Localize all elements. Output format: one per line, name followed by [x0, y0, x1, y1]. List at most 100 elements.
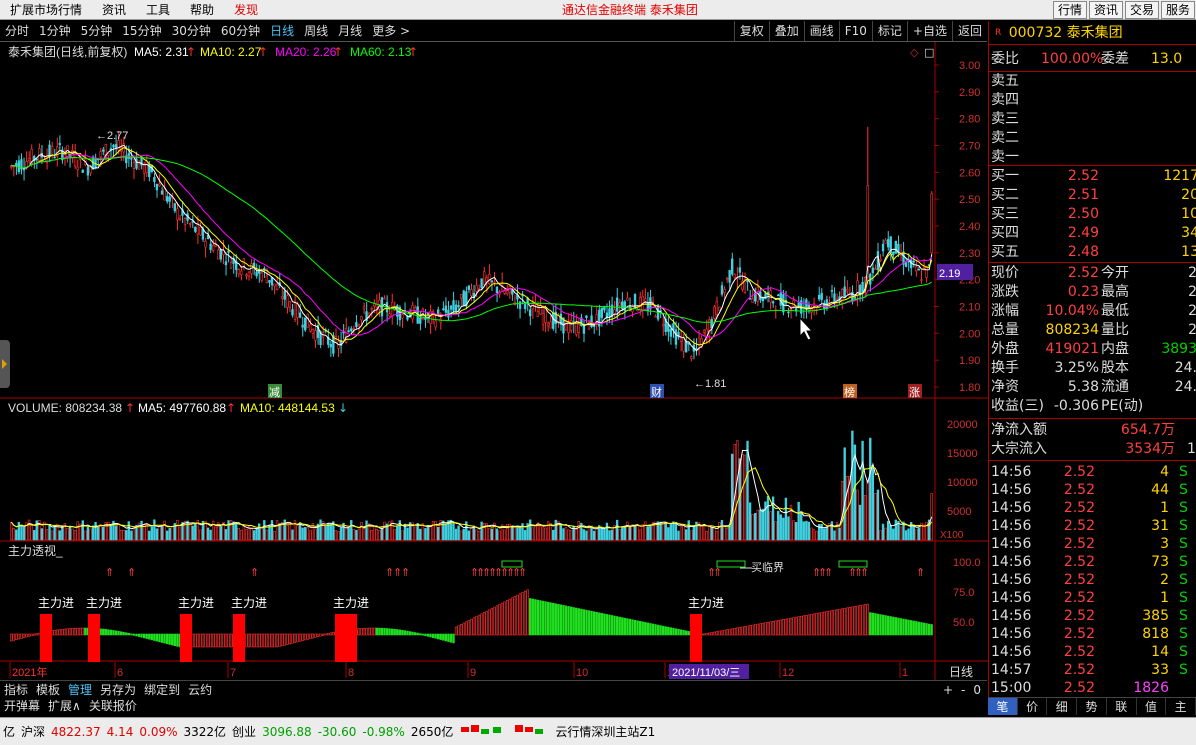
candle-body: [268, 280, 271, 283]
left-panel-toggle[interactable]: [0, 340, 10, 388]
volume-bar: [165, 530, 169, 541]
indicator-tab[interactable]: 云约: [184, 681, 216, 698]
chart-tool-button[interactable]: 画线: [803, 21, 839, 41]
indicator-axis-label: 100.0: [953, 557, 981, 569]
extra-tab[interactable]: 扩展∧: [44, 698, 85, 715]
indicator-bar: [398, 629, 401, 636]
period-tab[interactable]: 分时: [0, 21, 34, 41]
indicator-tab[interactable]: 另存为: [96, 681, 140, 698]
quote-tab[interactable]: 细: [1047, 698, 1078, 715]
volume-bar: [815, 530, 818, 541]
indicator-tab[interactable]: 绑定到: [140, 681, 184, 698]
period-tab[interactable]: 周线: [299, 21, 333, 41]
chart-tool-button[interactable]: 复权: [733, 21, 769, 41]
volume-bar: [329, 523, 332, 541]
extra-tab[interactable]: 关联报价: [85, 698, 141, 715]
period-tab[interactable]: 15分钟: [117, 21, 166, 41]
indicator-bar: [541, 600, 545, 636]
volume-bar: [383, 521, 386, 541]
indicator-bar: [756, 623, 759, 636]
candle-body: [771, 301, 775, 304]
signal-arrow-icon: ⇑: [250, 566, 259, 579]
volume-bar: [344, 526, 348, 541]
quote-tab[interactable]: 值: [1137, 698, 1167, 715]
menu-item-discover[interactable]: 发现: [224, 0, 268, 20]
period-tab[interactable]: 60分钟: [216, 21, 265, 41]
volume-bar: [255, 528, 258, 541]
period-tab[interactable]: 月线: [333, 21, 367, 41]
quote-cell: 卖三: [991, 111, 1019, 127]
indicator-tab[interactable]: 管理: [64, 681, 96, 698]
volume-bar: [117, 524, 120, 541]
stock-name: 泰禾集团: [1066, 25, 1123, 41]
indicator-bar: [930, 624, 933, 636]
period-tab[interactable]: 1分钟: [34, 21, 76, 41]
quote-tab[interactable]: 主: [1166, 698, 1196, 715]
indicator-bar: [672, 627, 675, 636]
indicator-bar: [511, 597, 514, 636]
indicator-bar: [117, 630, 120, 636]
candle-body: [452, 300, 455, 311]
quote-cell: 股本: [1101, 360, 1129, 376]
quote-tab[interactable]: 势: [1077, 698, 1107, 715]
extra-tab[interactable]: 开弹幕: [0, 698, 44, 715]
candle-body: [475, 285, 478, 292]
menu-item-news[interactable]: 资讯: [92, 0, 136, 20]
chart-tool-button[interactable]: F10: [838, 21, 872, 41]
quote-cell: S: [1179, 662, 1188, 678]
period-tab[interactable]: 更多 >: [367, 21, 415, 41]
candle-body: [638, 297, 642, 311]
period-tab[interactable]: 日线: [265, 21, 299, 41]
volume-bar: [690, 530, 693, 541]
trade-button[interactable]: 交易: [1124, 1, 1159, 19]
menu-item-tools[interactable]: 工具: [136, 0, 180, 20]
indicator-bar: [224, 633, 228, 648]
indicator-bar: [22, 633, 26, 639]
zoom-out-button[interactable]: -: [961, 681, 965, 699]
x-axis-label: 12: [782, 667, 794, 679]
indicator-bar: [907, 619, 910, 636]
chart-tool-button[interactable]: 标记: [871, 21, 907, 41]
indicator-tab[interactable]: 指标: [0, 681, 32, 698]
current-price-marker: 2.19: [939, 268, 960, 280]
chart-tool-button[interactable]: 叠加: [768, 21, 804, 41]
candle-body: [833, 293, 836, 303]
info-button[interactable]: 资讯: [1088, 1, 1123, 19]
menu-item-help[interactable]: 帮助: [180, 0, 224, 20]
quote-cell: 卖五: [991, 73, 1019, 89]
indicator-bar: [199, 633, 202, 648]
volume-bar: [194, 524, 197, 541]
signal-arrow-icon: ⇑: [713, 566, 722, 579]
volume-bar: [150, 526, 153, 541]
period-tab[interactable]: 5分钟: [76, 21, 118, 41]
service-button[interactable]: 服务: [1160, 1, 1195, 19]
chart-tool-button[interactable]: +自选: [906, 21, 952, 41]
indicator-bar: [421, 633, 424, 636]
quote-cell: 2: [1149, 321, 1196, 339]
stat-row: 总量 808234量比 2: [989, 321, 1196, 339]
buy-row: 买三 2.50 10: [989, 205, 1196, 223]
volume-bar: [830, 521, 834, 541]
volume-bar: [674, 522, 678, 541]
indicator-bar: [817, 612, 821, 636]
indicator-bar: [370, 627, 373, 636]
candle-body: [201, 228, 205, 240]
zoom-in-button[interactable]: +: [943, 681, 953, 699]
chart-tool-button[interactable]: 返回: [951, 21, 987, 41]
period-tab[interactable]: 30分钟: [167, 21, 216, 41]
quote-tab[interactable]: 联: [1107, 698, 1137, 715]
kline-chart-area[interactable]: 3.002.902.802.702.602.502.402.302.202.10…: [0, 42, 988, 680]
indicator-tab[interactable]: 模板: [32, 681, 64, 698]
indicator-bar: [920, 622, 923, 636]
quote-button[interactable]: 行情: [1052, 1, 1087, 19]
zoom-reset-button[interactable]: 0: [973, 681, 981, 699]
volume-bar: [10, 521, 13, 541]
indicator-bar: [452, 633, 455, 644]
quote-tab[interactable]: 价: [1018, 698, 1048, 715]
indicator-bar: [291, 633, 294, 644]
volume-bar: [176, 520, 179, 541]
quote-tab[interactable]: 笔: [988, 698, 1018, 715]
chart-bg: [0, 42, 988, 680]
candle-body: [247, 271, 251, 277]
menu-item-ext-market[interactable]: 扩展市场行情: [0, 0, 92, 20]
